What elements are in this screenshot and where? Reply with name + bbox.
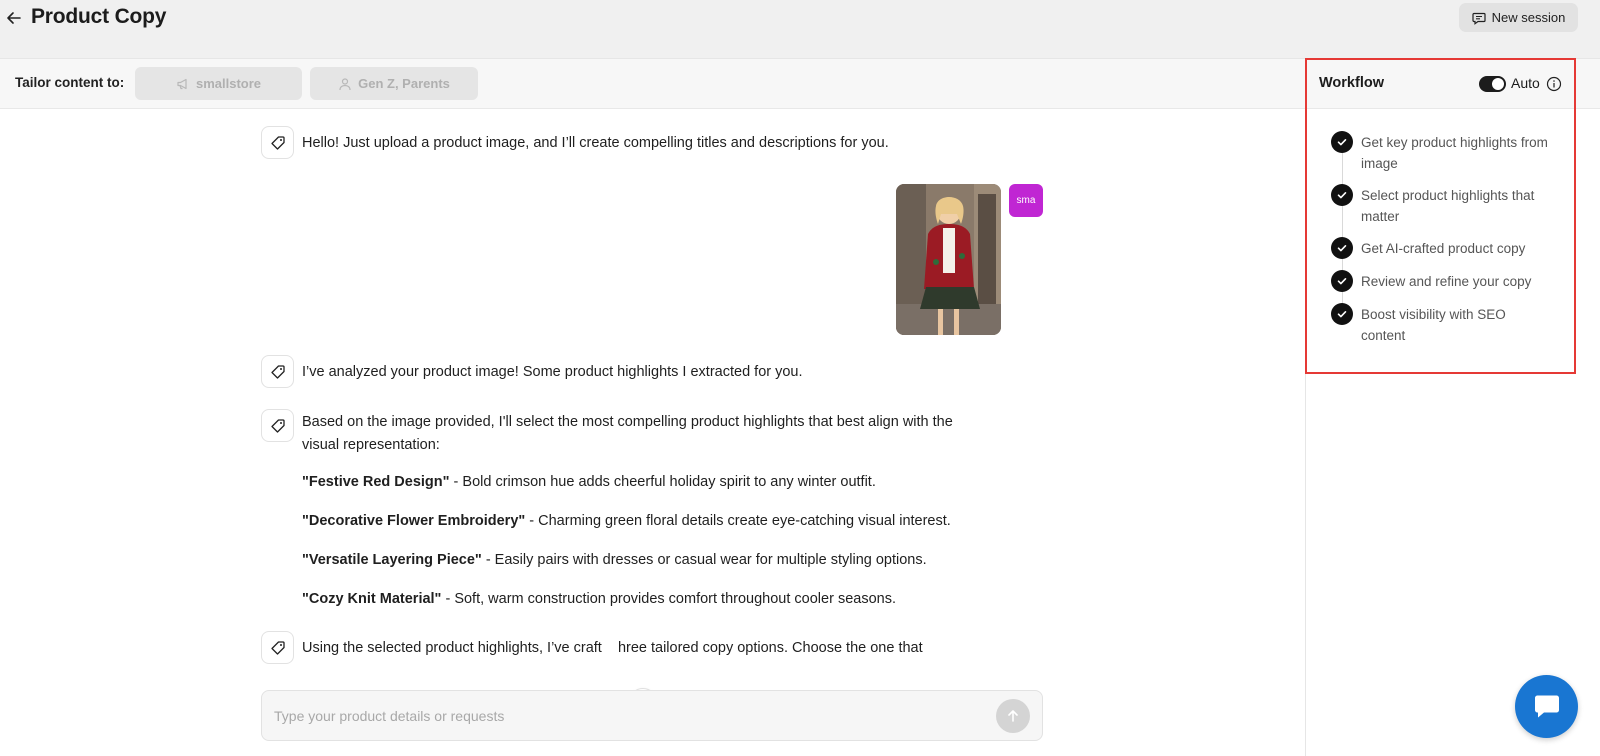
workflow-step-label: Select product highlights that matter — [1361, 188, 1535, 224]
workflow-step-label: Get key product highlights from image — [1361, 135, 1548, 171]
tag-icon — [270, 418, 285, 433]
workflow-panel: Workflow Auto Get key product highlights… — [1305, 58, 1600, 756]
prompt-input[interactable] — [274, 691, 974, 740]
store-chip-label: smallstore — [195, 76, 262, 91]
bot-message-selection-intro: Based on the image provided, I'll select… — [302, 414, 953, 453]
new-session-button[interactable]: New session — [1459, 3, 1578, 32]
check-icon — [1331, 303, 1353, 325]
user-icon — [339, 77, 351, 90]
uploaded-product-image[interactable] — [896, 184, 1001, 335]
check-icon — [1331, 237, 1353, 259]
tag-icon — [270, 640, 285, 655]
highlight-item: "Versatile Layering Piece" - Easily pair… — [302, 552, 927, 568]
bot-message-greeting: Hello! Just upload a product image, and … — [302, 135, 889, 151]
highlight-title: "Festive Red Design" — [302, 474, 450, 490]
info-icon[interactable] — [1546, 76, 1562, 92]
highlight-title: "Versatile Layering Piece" — [302, 552, 482, 568]
send-button[interactable] — [996, 699, 1030, 733]
workflow-step-label: Boost visibility with SEO content — [1361, 307, 1506, 343]
highlight-desc: - Soft, warm construction provides comfo… — [441, 591, 896, 607]
chat-thread[interactable]: Hello! Just upload a product image, and … — [0, 109, 1305, 723]
check-icon — [1331, 131, 1353, 153]
bot-avatar — [261, 409, 294, 442]
back-button[interactable] — [4, 8, 24, 28]
megaphone-icon — [177, 78, 187, 89]
check-icon — [1331, 270, 1353, 292]
check-icon — [1331, 184, 1353, 206]
new-session-label: New session — [1491, 10, 1566, 25]
workflow-header: Workflow Auto — [1306, 59, 1600, 109]
bot-avatar — [261, 631, 294, 664]
tailor-label: Tailor content to: — [15, 75, 125, 90]
workflow-title: Workflow — [1319, 75, 1384, 91]
bot-message-analyzed: I’ve analyzed your product image! Some p… — [302, 364, 803, 380]
product-photo — [896, 184, 1001, 335]
arrow-left-icon — [7, 12, 21, 24]
user-avatar: sma — [1009, 184, 1043, 217]
bot-avatar — [261, 355, 294, 388]
prompt-input-container — [261, 690, 1043, 741]
main-panel: Tailor content to: smallstore Gen Z, Par… — [0, 58, 1305, 756]
auto-toggle[interactable] — [1479, 76, 1506, 92]
workflow-step-label: Get AI-crafted product copy — [1361, 241, 1526, 256]
tailor-bar: Tailor content to: smallstore Gen Z, Par… — [0, 59, 1305, 109]
arrow-up-icon — [1008, 710, 1018, 722]
highlight-desc: - Bold crimson hue adds cheerful holiday… — [449, 474, 876, 490]
chat-bubble-icon — [1472, 12, 1486, 25]
support-chat-button[interactable] — [1515, 675, 1578, 738]
highlight-desc: - Easily pairs with dresses or casual we… — [481, 552, 927, 568]
tag-icon — [270, 364, 285, 379]
bot-message-copy-options: Using the selected product highlights, I… — [302, 640, 923, 656]
workflow-step-label: Review and refine your copy — [1361, 274, 1532, 289]
tag-icon — [270, 135, 285, 150]
highlight-item: "Decorative Flower Embroidery" - Charmin… — [302, 513, 951, 529]
page-title: Product Copy — [31, 5, 167, 28]
audience-chip[interactable]: Gen Z, Parents — [310, 67, 478, 100]
store-chip[interactable]: smallstore — [135, 67, 302, 100]
bot-avatar — [261, 126, 294, 159]
highlight-title: "Decorative Flower Embroidery" — [302, 513, 526, 529]
auto-label: Auto — [1511, 75, 1540, 91]
highlight-desc: - Charming green floral details create e… — [525, 513, 951, 529]
chat-icon — [1534, 695, 1559, 717]
highlight-item: "Festive Red Design" - Bold crimson hue … — [302, 474, 876, 490]
top-header: Product Copy New session — [0, 0, 1600, 58]
highlight-item: "Cozy Knit Material" - Soft, warm constr… — [302, 591, 896, 607]
highlight-title: "Cozy Knit Material" — [302, 591, 442, 607]
audience-chip-label: Gen Z, Parents — [358, 76, 450, 91]
